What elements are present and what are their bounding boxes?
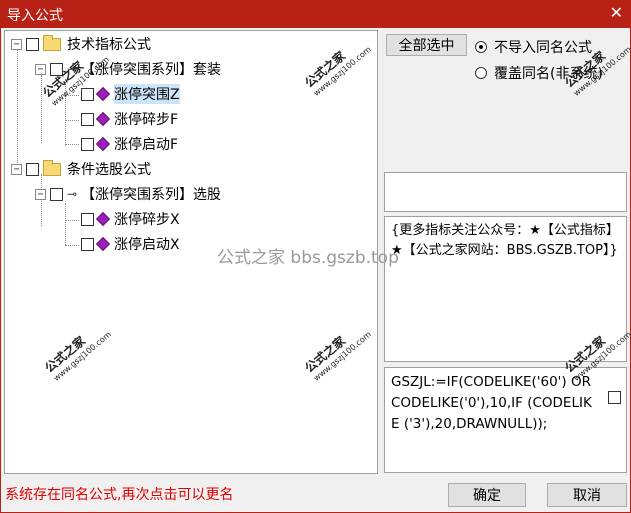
skip-same-radio[interactable]: 不导入同名公式 — [475, 37, 592, 57]
folder-icon — [43, 159, 61, 176]
tree-checkbox[interactable] — [81, 212, 94, 226]
tree-node-label: 条件选股公式 — [67, 162, 151, 178]
formula-tree[interactable]: − 技术指标公式 − ⊸ 【涨停突围系列】套装 涨停突围Z 涨停碎步F 涨停启动… — [4, 30, 378, 474]
code-checkbox[interactable] — [608, 391, 621, 404]
formula-icon — [95, 86, 111, 102]
cancel-button[interactable]: 取消 — [547, 483, 627, 507]
skip-same-label: 不导入同名公式 — [494, 40, 592, 56]
ok-button[interactable]: 确定 — [448, 483, 526, 507]
tree-checkbox[interactable] — [26, 162, 39, 176]
tree-node-screening[interactable]: − 条件选股公式 — [11, 159, 151, 179]
tree-node-indicators[interactable]: − 技术指标公式 — [11, 34, 151, 54]
key-icon: ⊸ — [67, 62, 78, 76]
description-memo[interactable]: {更多指标关注公众号：★【公式指标】★【公式之家网站：BBS.GSZB.TOP】… — [384, 216, 627, 362]
tree-node-label: 【涨停突围系列】套装 — [81, 62, 222, 78]
tree-checkbox[interactable] — [26, 37, 39, 51]
title-bar: 导入公式 ✕ — [0, 0, 631, 28]
tree-item-label: 涨停突围Z — [114, 84, 180, 104]
folder-icon — [43, 34, 61, 51]
tree-checkbox[interactable] — [81, 237, 94, 251]
tree-node-screening-set[interactable]: − ⊸ 【涨停突围系列】选股 — [35, 184, 221, 204]
status-message: 系统存在同名公式,再次点击可以更名 — [5, 487, 234, 503]
tree-item[interactable]: 涨停启动F — [81, 134, 178, 154]
overwrite-radio[interactable]: 覆盖同名(非系统) — [475, 63, 603, 83]
tree-node-label: 技术指标公式 — [67, 37, 151, 53]
tree-item-label: 涨停启动X — [114, 237, 180, 253]
tree-item[interactable]: 涨停碎步X — [81, 209, 180, 229]
formula-icon — [95, 236, 111, 252]
tree-item[interactable]: 涨停碎步F — [81, 109, 178, 129]
collapse-icon[interactable]: − — [11, 38, 22, 50]
tree-node-label: 【涨停突围系列】选股 — [81, 187, 222, 203]
tree-checkbox[interactable] — [81, 112, 94, 126]
collapse-icon[interactable]: − — [35, 188, 46, 200]
tree-checkbox[interactable] — [50, 187, 63, 201]
collapse-icon[interactable]: − — [11, 163, 22, 175]
tree-checkbox[interactable] — [81, 87, 94, 101]
key-icon: ⊸ — [67, 187, 78, 201]
select-all-button[interactable]: 全部选中 — [386, 34, 467, 56]
overwrite-label: 覆盖同名(非系统) — [494, 66, 603, 82]
tree-node-indicator-set[interactable]: − ⊸ 【涨停突围系列】套装 — [35, 59, 221, 79]
formula-icon — [95, 111, 111, 127]
tree-item[interactable]: 涨停突围Z — [81, 84, 180, 104]
close-icon[interactable]: ✕ — [610, 3, 623, 22]
tree-checkbox[interactable] — [50, 62, 63, 76]
radio-selected-icon[interactable] — [475, 41, 487, 53]
import-formula-dialog: − 技术指标公式 − ⊸ 【涨停突围系列】套装 涨停突围Z 涨停碎步F 涨停启动… — [0, 28, 631, 513]
collapse-icon[interactable]: − — [35, 63, 46, 75]
window-title: 导入公式 — [7, 8, 63, 24]
tree-item[interactable]: 涨停启动X — [81, 234, 180, 254]
info-field — [384, 172, 627, 212]
code-memo[interactable]: GSZJL:=IF(CODELIKE('60') OR CODELIKE('0'… — [384, 367, 627, 473]
tree-item-label: 涨停启动F — [114, 137, 179, 153]
tree-checkbox[interactable] — [81, 137, 94, 151]
radio-icon[interactable] — [475, 67, 487, 79]
formula-icon — [95, 211, 111, 227]
tree-item-label: 涨停碎步X — [114, 212, 180, 228]
tree-item-label: 涨停碎步F — [114, 112, 179, 128]
formula-icon — [95, 136, 111, 152]
